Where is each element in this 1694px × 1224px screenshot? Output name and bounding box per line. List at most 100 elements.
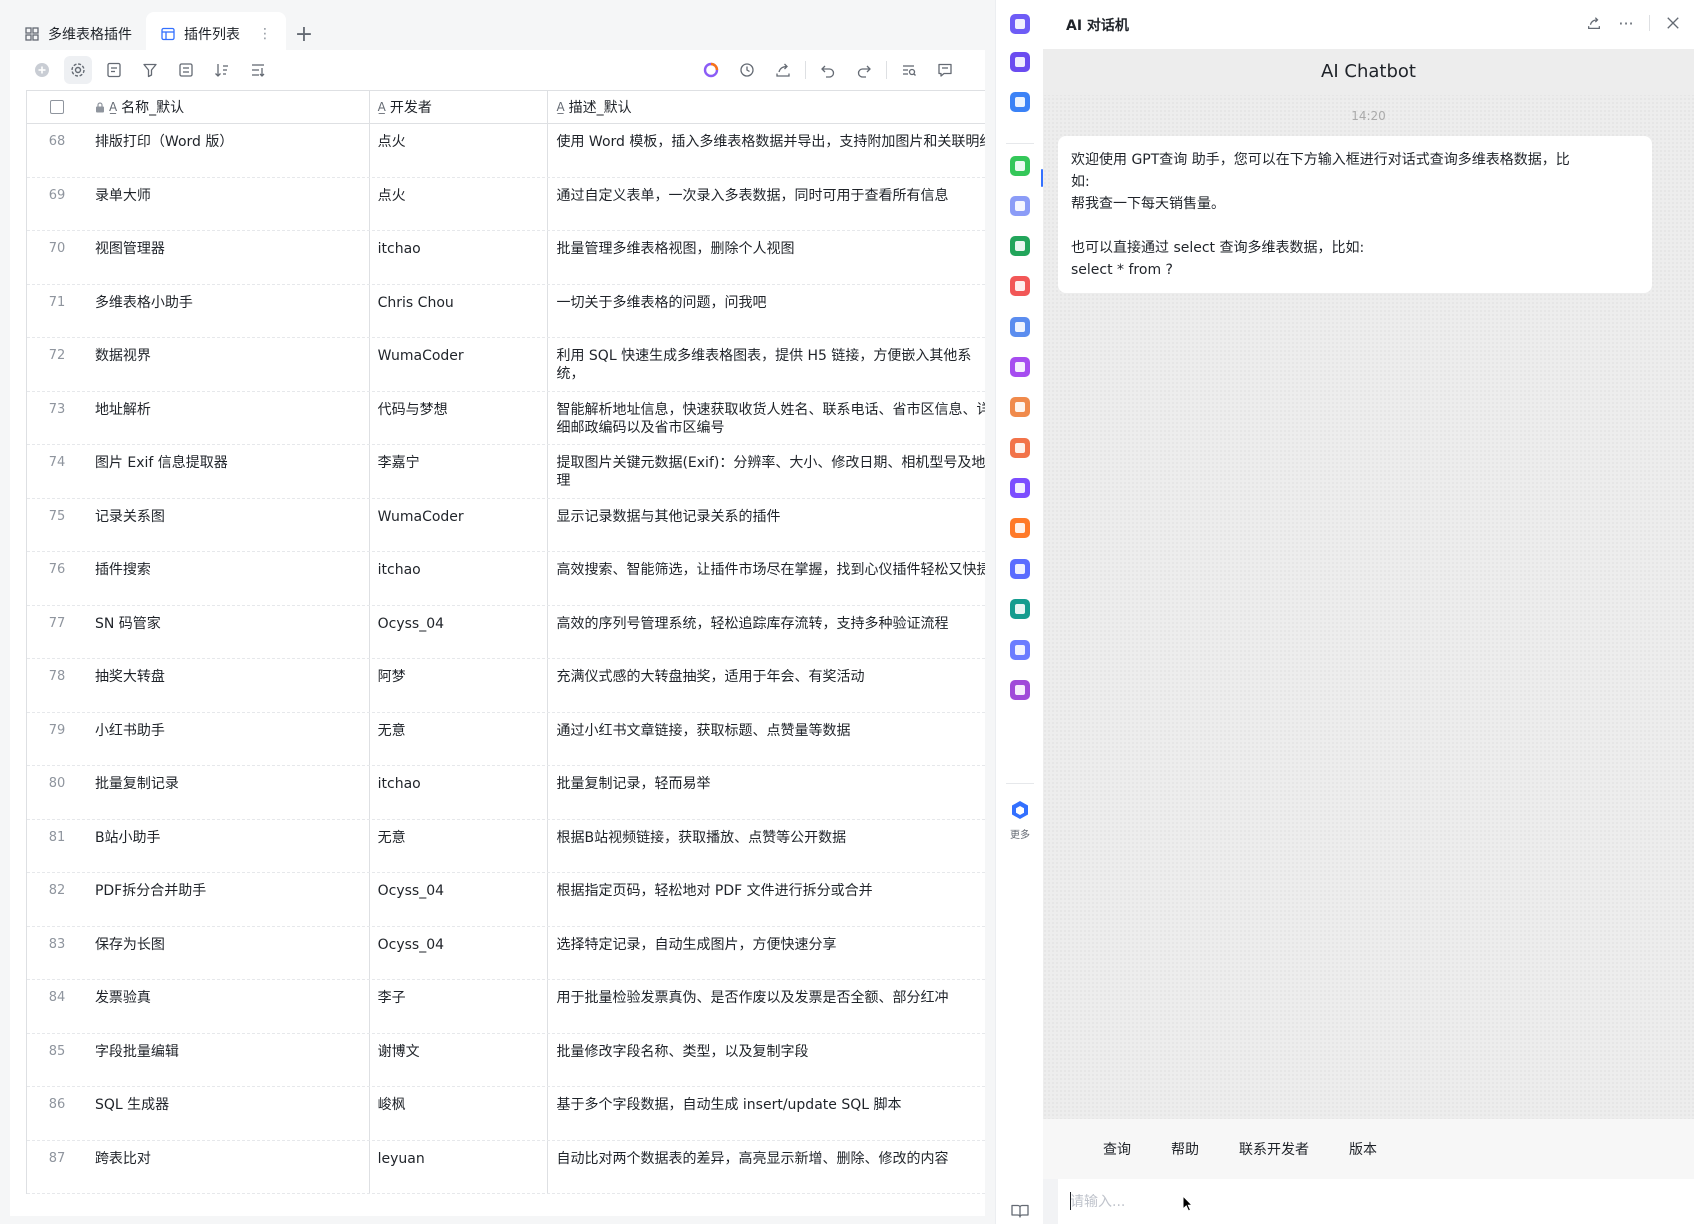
more-plugins-icon[interactable]	[1010, 800, 1030, 822]
cell-name[interactable]: 图片 Exif 信息提取器	[87, 445, 370, 498]
table-row[interactable]: 80 批量复制记录 itchao 批量复制记录，轻而易举	[27, 766, 985, 820]
cell-developer[interactable]: WumaCoder	[370, 498, 549, 551]
table-row[interactable]: 68 排版打印（Word 版） 点火 使用 Word 模板，插入多维表格数据并导出，支…	[27, 124, 985, 178]
cell-developer[interactable]: leyuan	[370, 1140, 549, 1193]
cell-developer[interactable]: Chris Chou	[370, 284, 549, 337]
plugin-app-icon[interactable]	[1010, 236, 1030, 256]
cell-description[interactable]: 利用 SQL 快速生成多维表格图表，提供 H5 链接，方便嵌入其他系统，	[548, 338, 985, 391]
cell-name[interactable]: 保存为长图	[87, 926, 370, 979]
cell-description[interactable]: 基于多个字段数据，自动生成 insert/update SQL 脚本	[548, 1087, 985, 1140]
plugin-app-icon[interactable]	[1010, 156, 1030, 176]
add-record-button[interactable]	[28, 56, 56, 84]
cell-name[interactable]: 多维表格小助手	[87, 284, 370, 337]
quick-action-query[interactable]: 查询	[1088, 1132, 1146, 1166]
redo-button[interactable]	[850, 56, 878, 84]
cell-description[interactable]: 提取图片关键元数据(Exif)：分辨率、大小、修改日期、相机型号及地理	[548, 445, 985, 498]
form-button[interactable]	[100, 56, 128, 84]
cell-description[interactable]: 根据指定页码，轻松地对 PDF 文件进行拆分或合并	[548, 873, 985, 926]
table-row[interactable]: 77 SN 码管家 Ocyss_04 高效的序列号管理系统，轻松追踪库存流转，支持多种…	[27, 605, 985, 659]
share-button[interactable]	[769, 56, 797, 84]
plugin-app-icon[interactable]	[1010, 357, 1030, 377]
plugin-app-icon[interactable]	[1010, 438, 1030, 458]
cell-description[interactable]: 自动比对两个数据表的差异，高亮显示新增、删除、修改的内容	[548, 1141, 985, 1194]
group-button[interactable]	[172, 56, 200, 84]
cell-developer[interactable]: 点火	[370, 177, 549, 230]
column-header-name[interactable]: A̲ 名称_默认	[87, 91, 370, 123]
plugin-app-icon[interactable]	[1010, 196, 1030, 216]
docs-book-icon[interactable]	[1011, 1204, 1029, 1218]
cell-developer[interactable]: 点火	[370, 124, 549, 177]
table-row[interactable]: 84 发票验真 李子 用于批量检验发票真伪、是否作废以及发票是否全额、部分红冲	[27, 980, 985, 1034]
cell-name[interactable]: SN 码管家	[87, 605, 370, 658]
cell-name[interactable]: 记录关系图	[87, 498, 370, 551]
plugin-app-icon[interactable]	[1010, 478, 1030, 498]
plugin-app-icon[interactable]	[1010, 640, 1030, 660]
cell-description[interactable]: 用于批量检验发票真伪、是否作废以及发票是否全额、部分红冲	[548, 980, 985, 1033]
cell-description[interactable]: 高效的序列号管理系统，轻松追踪库存流转，支持多种验证流程	[548, 606, 985, 659]
table-row[interactable]: 76 插件搜索 itchao 高效搜索、智能筛选，让插件市场尽在掌握，找到心仪插件轻松…	[27, 552, 985, 606]
table-row[interactable]: 70 视图管理器 itchao 批量管理多维表格视图，删除个人视图	[27, 231, 985, 285]
filter-button[interactable]	[136, 56, 164, 84]
cell-developer[interactable]: 无意	[370, 819, 549, 872]
cell-name[interactable]: 数据视界	[87, 338, 370, 391]
plugin-app-icon[interactable]	[1010, 276, 1030, 296]
settings-button[interactable]	[64, 56, 92, 84]
cell-developer[interactable]: 峻枫	[370, 1087, 549, 1140]
cell-description[interactable]: 使用 Word 模板，插入多维表格数据并导出，支持附加图片和关联明细	[548, 124, 985, 177]
cell-name[interactable]: 小红书助手	[87, 712, 370, 765]
table-row[interactable]: 83 保存为长图 Ocyss_04 选择特定记录，自动生成图片，方便快速分享	[27, 926, 985, 980]
cell-developer[interactable]: itchao	[370, 231, 549, 284]
cell-name[interactable]: SQL 生成器	[87, 1087, 370, 1140]
more-plugins-label[interactable]: 更多	[996, 826, 1044, 841]
cell-developer[interactable]: 李嘉宁	[370, 445, 549, 498]
cell-developer[interactable]: 无意	[370, 712, 549, 765]
table-row[interactable]: 81 B站小助手 无意 根据B站视频链接，获取播放、点赞等公开数据	[27, 819, 985, 873]
column-header-description[interactable]: A̲ 描述_默认	[548, 91, 985, 123]
cell-developer[interactable]: Ocyss_04	[370, 605, 549, 658]
tab-more-icon[interactable]: ⋮	[258, 26, 272, 42]
plugin-app-icon[interactable]	[1010, 52, 1030, 72]
search-button[interactable]	[895, 56, 923, 84]
quick-action-version[interactable]: 版本	[1334, 1132, 1392, 1166]
cell-developer[interactable]: 李子	[370, 980, 549, 1033]
cell-description[interactable]: 智能解析地址信息，快速获取收货人姓名、联系电话、省市区信息、详细邮政编码以及省市…	[548, 392, 985, 445]
cell-name[interactable]: 字段批量编辑	[87, 1033, 370, 1086]
plugin-app-icon[interactable]	[1010, 317, 1030, 337]
cell-name[interactable]: 地址解析	[87, 391, 370, 444]
table-row[interactable]: 87 跨表比对 leyuan 自动比对两个数据表的差异，高亮显示新增、删除、修改的内容	[27, 1140, 985, 1194]
cell-description[interactable]: 根据B站视频链接，获取播放、点赞等公开数据	[548, 820, 985, 873]
cell-description[interactable]: 选择特定记录，自动生成图片，方便快速分享	[548, 927, 985, 980]
cell-developer[interactable]: Ocyss_04	[370, 873, 549, 926]
cell-description[interactable]: 一切关于多维表格的问题，问我吧	[548, 285, 985, 338]
cell-description[interactable]: 通过自定义表单，一次录入多表数据，同时可用于查看所有信息	[548, 178, 985, 231]
table-row[interactable]: 86 SQL 生成器 峻枫 基于多个字段数据，自动生成 insert/update S…	[27, 1087, 985, 1141]
sort-button[interactable]	[208, 56, 236, 84]
table-row[interactable]: 85 字段批量编辑 谢博文 批量修改字段名称、类型，以及复制字段	[27, 1033, 985, 1087]
cell-developer[interactable]: 谢博文	[370, 1033, 549, 1086]
cell-name[interactable]: 录单大师	[87, 177, 370, 230]
plugin-app-icon[interactable]	[1010, 14, 1030, 34]
row-height-button[interactable]	[244, 56, 272, 84]
comment-button[interactable]	[931, 56, 959, 84]
cell-name[interactable]: 视图管理器	[87, 231, 370, 284]
plugin-app-icon[interactable]	[1010, 599, 1030, 619]
cell-description[interactable]: 显示记录数据与其他记录关系的插件	[548, 499, 985, 552]
plugin-app-icon[interactable]	[1010, 397, 1030, 417]
cell-description[interactable]: 批量复制记录，轻而易举	[548, 766, 985, 819]
cell-description[interactable]: 批量管理多维表格视图，删除个人视图	[548, 231, 985, 284]
close-button[interactable]	[1664, 14, 1682, 32]
cell-description[interactable]: 通过小红书文章链接，获取标题、点赞量等数据	[548, 713, 985, 766]
table-row[interactable]: 78 抽奖大转盘 阿梦 充满仪式感的大转盘抽奖，适用于年会、有奖活动	[27, 659, 985, 713]
quick-action-contact-developer[interactable]: 联系开发者	[1224, 1132, 1324, 1166]
cell-name[interactable]: 批量复制记录	[87, 766, 370, 819]
table-row[interactable]: 72 数据视界 WumaCoder 利用 SQL 快速生成多维表格图表，提供 H5 链…	[27, 338, 985, 392]
cell-description[interactable]: 充满仪式感的大转盘抽奖，适用于年会、有奖活动	[548, 659, 985, 712]
cell-description[interactable]: 高效搜索、智能筛选，让插件市场尽在掌握，找到心仪插件轻松又快捷	[548, 552, 985, 605]
select-all-checkbox[interactable]	[49, 100, 64, 114]
ai-button[interactable]	[697, 56, 725, 84]
cell-name[interactable]: 排版打印（Word 版）	[87, 124, 370, 177]
cell-name[interactable]: 跨表比对	[87, 1140, 370, 1193]
table-row[interactable]: 71 多维表格小助手 Chris Chou 一切关于多维表格的问题，问我吧	[27, 284, 985, 338]
cell-developer[interactable]: 阿梦	[370, 659, 549, 712]
undo-button[interactable]	[814, 56, 842, 84]
